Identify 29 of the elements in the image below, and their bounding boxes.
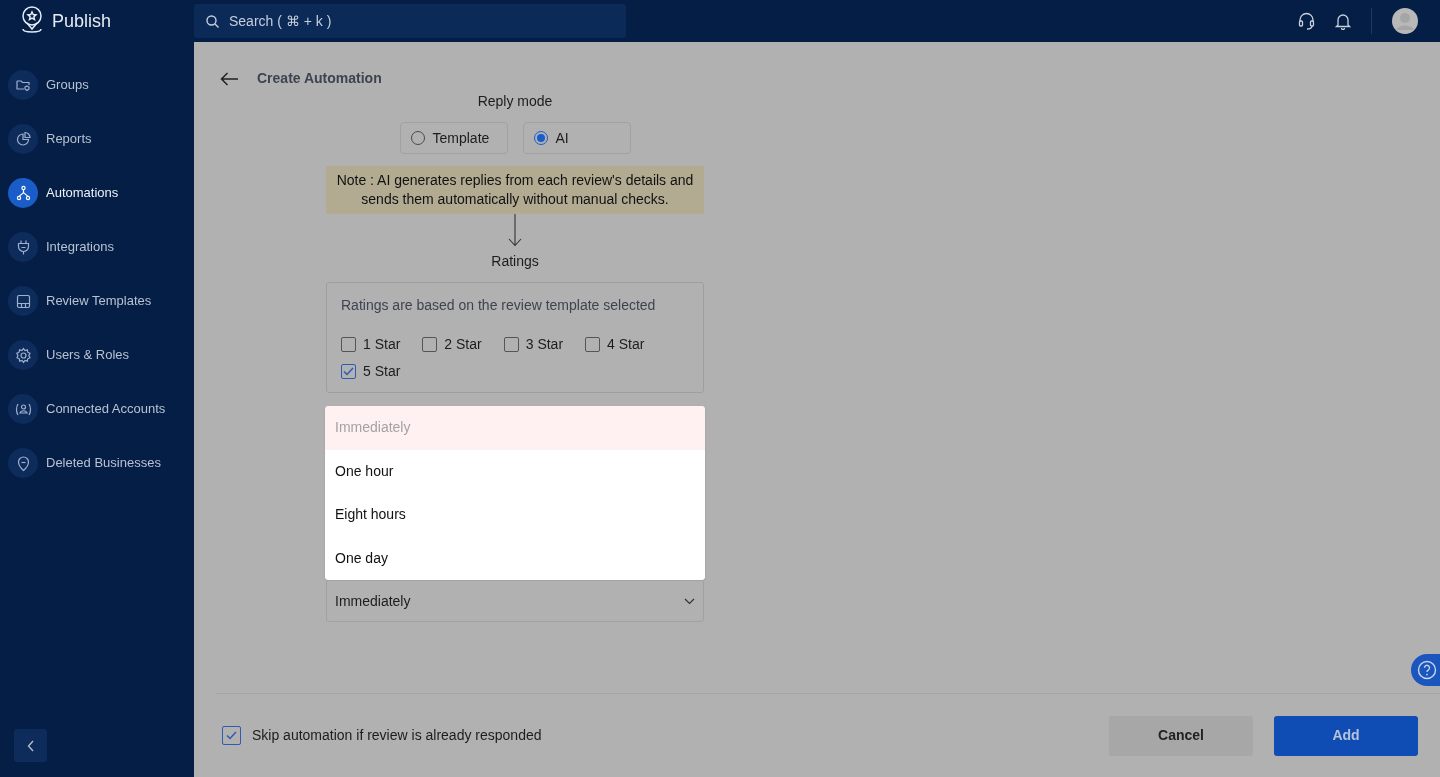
checkbox-label: 3 Star — [525, 335, 564, 354]
dropdown-option[interactable]: One hour — [325, 449, 705, 493]
page-title: Create Automation — [257, 69, 382, 88]
sidebar-item[interactable]: Automations — [0, 166, 194, 220]
checkbox-label: Skip automation if review is already responded — [252, 726, 542, 745]
sidebar-item[interactable]: Groups — [0, 58, 194, 112]
ratings-hint: Ratings are based on the review template selected — [341, 296, 657, 315]
sidebar-item[interactable]: Reports — [0, 112, 194, 166]
sidebar-item[interactable]: Users & Roles — [0, 328, 194, 382]
checkbox-label: 2 Star — [444, 335, 482, 354]
sidebar-item[interactable]: Deleted Businesses — [0, 436, 194, 490]
radio-option[interactable]: Template — [399, 122, 508, 154]
radio-option[interactable]: AI — [522, 122, 631, 154]
section-label: Reply mode — [477, 92, 553, 111]
delay-select[interactable]: Immediately — [326, 580, 704, 622]
cancel-button[interactable]: Cancel — [1109, 715, 1253, 756]
add-button[interactable]: Add — [1274, 715, 1418, 756]
search-field[interactable]: Search ( ⌘ + k ) — [194, 4, 626, 38]
sidebar-item[interactable]: Integrations — [0, 220, 194, 274]
dropdown-option[interactable]: One day — [325, 536, 705, 580]
checkbox-label: 1 Star — [363, 335, 401, 354]
section-label: Ratings — [491, 252, 539, 271]
dropdown-option[interactable]: Eight hours — [325, 493, 705, 537]
checkbox-label: 4 Star — [607, 335, 645, 354]
checkbox-label: 5 Star — [363, 362, 401, 381]
sidebar-item[interactable]: Review Templates — [0, 274, 194, 328]
sidebar-item[interactable]: Connected Accounts — [0, 382, 194, 436]
app-name: Publish — [52, 9, 112, 33]
note-banner: Note : AI generates replies from each review's details and sends them automatically without manual checks. — [326, 166, 704, 214]
